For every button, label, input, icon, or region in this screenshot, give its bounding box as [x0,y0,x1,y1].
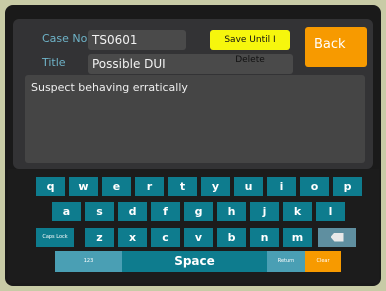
key-m[interactable]: m [283,228,312,247]
key-q[interactable]: q [36,177,65,196]
key-v[interactable]: v [184,228,213,247]
key-p[interactable]: p [333,177,362,196]
key-a[interactable]: a [52,202,81,221]
back-button[interactable]: Back [305,27,367,67]
clear-key[interactable]: Clear [305,251,341,272]
key-l[interactable]: l [316,202,345,221]
key-y[interactable]: y [201,177,230,196]
key-u[interactable]: u [234,177,263,196]
key-n[interactable]: n [250,228,279,247]
key-e[interactable]: e [102,177,131,196]
key-d[interactable]: d [118,202,147,221]
key-c[interactable]: c [151,228,180,247]
caps-lock-key[interactable]: Caps Lock [36,228,74,247]
key-w[interactable]: w [69,177,98,196]
title-label: Title [42,56,66,69]
key-k[interactable]: k [283,202,312,221]
numbers-key[interactable]: 123 [55,251,122,272]
key-r[interactable]: r [135,177,164,196]
key-t[interactable]: t [168,177,197,196]
key-z[interactable]: z [85,228,114,247]
key-s[interactable]: s [85,202,114,221]
key-o[interactable]: o [300,177,329,196]
save-until-delete-button[interactable]: Save Until I Delete [210,30,290,65]
key-i[interactable]: i [267,177,296,196]
key-j[interactable]: j [250,202,279,221]
backspace-key[interactable] [318,228,356,247]
key-h[interactable]: h [217,202,246,221]
key-g[interactable]: g [184,202,213,221]
key-b[interactable]: b [217,228,246,247]
backspace-icon [330,232,344,242]
key-f[interactable]: f [151,202,180,221]
case-no-field[interactable]: TS0601 [88,30,186,50]
key-x[interactable]: x [118,228,147,247]
space-key[interactable]: Space [122,251,267,272]
notes-textarea[interactable]: Suspect behaving erratically [25,75,365,163]
case-no-label: Case No. [42,32,91,45]
return-key[interactable]: Return [267,251,305,272]
